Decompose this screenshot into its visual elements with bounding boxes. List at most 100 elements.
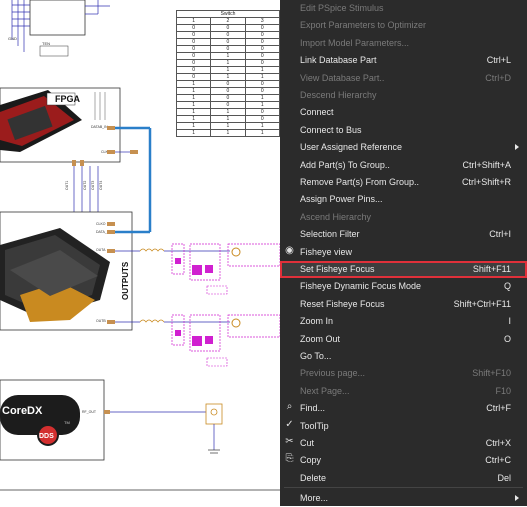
checkmark-icon: ✓ <box>285 419 294 430</box>
table-cell: 0 <box>244 87 280 95</box>
table-cell: 0 <box>210 94 246 102</box>
clko-label: CLKO <box>96 222 106 226</box>
table-row: 011 <box>175 66 280 74</box>
dds-label: DDS <box>39 433 54 440</box>
truth-table-header: 2 <box>210 17 246 25</box>
menu-item-label: Export Parameters to Optimizer <box>300 20 427 30</box>
menu-item-shortcut: Ctrl+Shift+R <box>461 177 511 187</box>
menu-item-label: Zoom Out <box>300 334 341 344</box>
table-cell: 1 <box>175 87 212 95</box>
table-row: 101 <box>175 101 280 109</box>
menu-item-link-database-part[interactable]: Link Database Part Ctrl+L <box>280 52 527 69</box>
table-row: 110 <box>175 108 280 116</box>
table-cell: 0 <box>210 101 246 109</box>
menu-item-label: Set Fisheye Focus <box>300 264 375 274</box>
menu-item-user-assigned-reference[interactable]: User Assigned Reference <box>280 139 527 156</box>
table-cell: 1 <box>210 129 246 137</box>
table-row: 100 <box>175 87 280 95</box>
menu-item-descend-hierarchy[interactable]: Descend Hierarchy <box>280 87 527 104</box>
menu-item-shortcut: O <box>503 334 511 344</box>
menu-item-set-fisheye-focus[interactable]: Set Fisheye Focus Shift+F11 <box>280 261 527 278</box>
table-cell: 0 <box>175 73 212 81</box>
menu-item-label: ToolTip <box>300 421 329 431</box>
table-cell: 1 <box>210 115 246 123</box>
table-cell: 1 <box>210 59 246 67</box>
menu-item-next-page[interactable]: Next Page... F10 <box>280 383 527 400</box>
menu-item-reset-fisheye-focus[interactable]: Reset Fisheye Focus Shift+Ctrl+F11 <box>280 296 527 313</box>
table-cell: 1 <box>210 73 246 81</box>
table-cell: 1 <box>244 66 280 74</box>
menu-item-shortcut: Ctrl+D <box>485 73 511 83</box>
gnd-label: GND <box>8 36 17 41</box>
menu-item-ascend-hierarchy[interactable]: Ascend Hierarchy <box>280 209 527 226</box>
menu-item-export-parameters-to-optimizer[interactable]: Export Parameters to Optimizer <box>280 17 527 34</box>
menu-item-selection-filter[interactable]: Selection Filter Ctrl+I <box>280 226 527 243</box>
menu-item-shortcut: Ctrl+I <box>489 229 511 239</box>
menu-item-shortcut: Ctrl+C <box>485 455 511 465</box>
switch-truth-table: Switch 1 2 3 000000000000010010011011100… <box>175 10 280 137</box>
table-cell: 0 <box>175 38 212 46</box>
menu-item-previous-page[interactable]: Previous page... Shift+F10 <box>280 365 527 382</box>
copy-icon: ⎘ <box>285 453 294 464</box>
table-cell: 0 <box>210 24 246 32</box>
menu-item-cut[interactable]: ✂ Cut Ctrl+X <box>280 435 527 452</box>
table-row: 000 <box>175 38 280 46</box>
menu-item-delete[interactable]: Delete Del <box>280 470 527 487</box>
table-row: 000 <box>175 24 280 32</box>
table-cell: 0 <box>175 31 212 39</box>
table-cell: 1 <box>210 122 246 130</box>
magnifier-icon: ⌕ <box>286 401 293 412</box>
menu-item-label: Import Model Parameters... <box>300 38 410 48</box>
schematic-canvas[interactable]: GND TEN FPGA DATAB_IN CLKI OUT1 OUT2 OUT… <box>0 0 280 506</box>
menu-item-more[interactable]: More... <box>280 490 527 507</box>
table-row: 111 <box>175 129 280 137</box>
menu-item-label: Go To... <box>300 351 332 361</box>
menu-item-label: Descend Hierarchy <box>300 90 377 100</box>
menu-item-zoom-out[interactable]: Zoom Out O <box>280 331 527 348</box>
menu-item-add-part-s-to-group[interactable]: Add Part(s) To Group.. Ctrl+Shift+A <box>280 157 527 174</box>
menu-item-shortcut: Ctrl+F <box>486 403 511 413</box>
menu-item-edit-pspice-stimulus[interactable]: Edit PSpice Stimulus <box>280 0 527 17</box>
menu-item-zoom-in[interactable]: Zoom In I <box>280 313 527 330</box>
table-row: 101 <box>175 94 280 102</box>
menu-item-fisheye-view[interactable]: ◉ Fisheye view <box>280 244 527 261</box>
table-cell: 0 <box>175 66 212 74</box>
truth-table-header: 3 <box>244 17 280 25</box>
menu-item-copy[interactable]: ⎘ Copy Ctrl+C <box>280 452 527 469</box>
menu-item-view-database-part[interactable]: View Database Part.. Ctrl+D <box>280 70 527 87</box>
coredx-label: CoreDX <box>2 405 43 417</box>
menu-item-connect[interactable]: Connect <box>280 104 527 121</box>
menu-item-assign-power-pins[interactable]: Assign Power Pins... <box>280 191 527 208</box>
rf-out-label: RF_OUT <box>82 410 97 414</box>
table-cell: 1 <box>244 101 280 109</box>
table-cell: 0 <box>175 45 212 53</box>
table-row: 011 <box>175 73 280 81</box>
eye-icon: ◉ <box>285 245 294 256</box>
menu-item-shortcut: Shift+F10 <box>472 368 511 378</box>
truth-table-title: Switch <box>176 10 280 18</box>
table-cell: 1 <box>175 108 212 116</box>
table-cell: 1 <box>210 66 246 74</box>
table-cell: 0 <box>244 108 280 116</box>
table-cell: 1 <box>244 73 280 81</box>
menu-item-find[interactable]: ⌕ Find... Ctrl+F <box>280 400 527 417</box>
out1-label: OUT1 <box>65 181 69 190</box>
table-cell: 0 <box>244 52 280 60</box>
menu-item-shortcut: Ctrl+Shift+A <box>462 160 511 170</box>
tm-label: TM <box>64 420 70 425</box>
menu-item-label: Ascend Hierarchy <box>300 212 372 222</box>
menu-item-connect-to-bus[interactable]: Connect to Bus <box>280 122 527 139</box>
table-cell: 0 <box>210 80 246 88</box>
menu-item-label: Find... <box>300 403 326 413</box>
table-cell: 0 <box>244 80 280 88</box>
table-row: 111 <box>175 122 280 130</box>
outb-label: OUTB <box>96 319 106 323</box>
menu-item-shortcut: Q <box>503 281 511 291</box>
table-row: 000 <box>175 31 280 39</box>
menu-item-fisheye-dynamic-focus-mode[interactable]: Fisheye Dynamic Focus Mode Q <box>280 278 527 295</box>
menu-item-remove-part-s-from-group[interactable]: Remove Part(s) From Group.. Ctrl+Shift+R <box>280 174 527 191</box>
table-cell: 1 <box>175 115 212 123</box>
menu-item-import-model-parameters[interactable]: Import Model Parameters... <box>280 35 527 52</box>
menu-item-tooltip[interactable]: ✓ ToolTip <box>280 418 527 435</box>
menu-item-go-to[interactable]: Go To... <box>280 348 527 365</box>
